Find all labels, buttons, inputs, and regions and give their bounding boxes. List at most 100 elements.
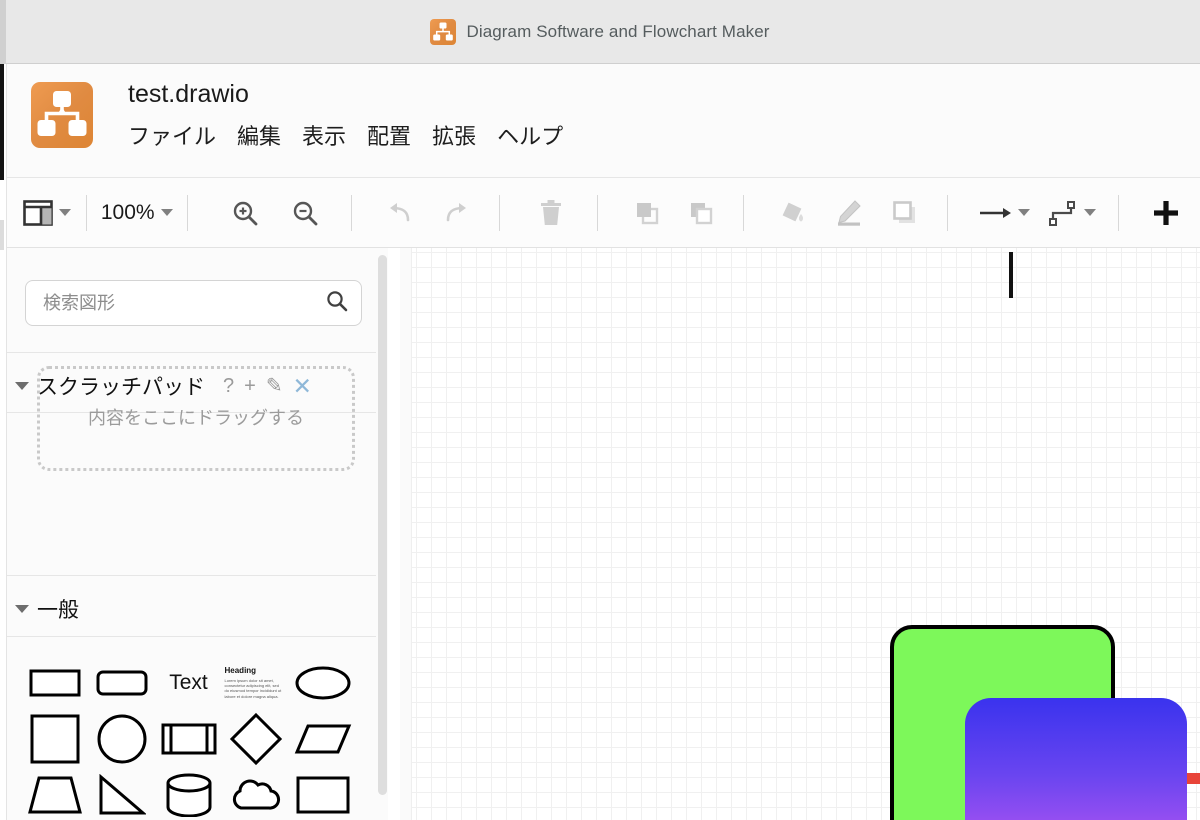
app-header: test.drawio ファイル 編集 表示 配置 拡張 ヘルプ — [7, 64, 1200, 178]
chevron-down-icon — [1084, 209, 1097, 216]
search-box[interactable] — [25, 280, 362, 326]
main-toolbar: 100% — [7, 178, 1200, 248]
canvas-left-gutter — [400, 248, 412, 820]
toolbar-separator — [596, 194, 598, 231]
zoom-in-icon — [231, 199, 259, 227]
bring-to-front-button[interactable] — [627, 191, 667, 235]
panel-layout-icon — [23, 199, 53, 227]
shapes-sidebar: スクラッチパッド ? + ✎ ✕ 内容をここにドラッグする 一般 — [7, 248, 388, 820]
cylinder-shape[interactable] — [155, 769, 222, 820]
window-left-dark-strip — [0, 64, 4, 180]
window-title: Diagram Software and Flowchart Maker — [466, 21, 770, 41]
send-to-back-icon — [687, 199, 715, 227]
scratchpad-dropzone-label: 内容をここにドラッグする — [88, 407, 304, 429]
text-edit-caret — [1009, 252, 1013, 298]
redo-button[interactable] — [437, 191, 477, 235]
drawio-logo-icon — [31, 82, 93, 148]
ellipse-shape[interactable] — [289, 657, 356, 709]
process-shape[interactable] — [155, 713, 222, 765]
fill-bucket-icon — [779, 199, 807, 227]
search-input[interactable] — [43, 292, 325, 314]
add-button[interactable] — [1146, 191, 1186, 235]
hexagon-shape[interactable] — [21, 769, 88, 820]
cloud-shape[interactable] — [222, 769, 289, 820]
delete-button[interactable] — [531, 191, 571, 235]
rectangle-shape[interactable] — [21, 657, 88, 709]
trash-icon — [538, 199, 564, 227]
menu-file[interactable]: ファイル — [128, 127, 216, 149]
undo-button[interactable] — [379, 191, 419, 235]
zoom-out-icon — [291, 199, 319, 227]
search-icon[interactable] — [325, 289, 349, 318]
text-shape-label: Text — [169, 671, 208, 694]
textbox-shape[interactable]: Heading Lorem ipsum dolor sit amet, cons… — [222, 657, 289, 709]
scratchpad-dropzone[interactable]: 内容をここにドラッグする — [37, 366, 355, 471]
bring-to-front-icon — [633, 199, 661, 227]
circle-shape[interactable] — [88, 713, 155, 765]
toolbar-separator — [350, 194, 352, 231]
sidebar-divider — [7, 636, 387, 637]
toolbar-separator — [186, 194, 188, 231]
waypoints-icon — [1048, 199, 1078, 227]
send-to-back-button[interactable] — [681, 191, 721, 235]
arrow-connection-icon — [978, 203, 1012, 223]
window-titlebar: Diagram Software and Flowchart Maker — [0, 0, 1200, 64]
sidebar-scrollbar-thumb[interactable] — [378, 255, 387, 795]
menu-help[interactable]: ヘルプ — [497, 127, 563, 149]
chevron-down-icon — [1018, 209, 1031, 216]
zoom-out-button[interactable] — [285, 191, 325, 235]
chevron-down-icon — [160, 209, 173, 216]
waypoints-button[interactable] — [1046, 191, 1098, 235]
window-left-edge — [0, 0, 6, 64]
general-section-header[interactable]: 一般 — [7, 583, 387, 635]
sidebar-divider — [7, 575, 387, 576]
fill-color-button[interactable] — [773, 191, 813, 235]
palette-row — [21, 767, 374, 820]
textbox-heading: Heading — [224, 665, 257, 675]
toolbar-separator — [498, 194, 500, 231]
zoom-in-button[interactable] — [225, 191, 265, 235]
menu-view[interactable]: 表示 — [302, 127, 346, 149]
shape-search — [25, 280, 362, 326]
line-color-button[interactable] — [829, 191, 869, 235]
menu-arrange[interactable]: 配置 — [367, 127, 411, 149]
page-title[interactable]: test.drawio — [128, 80, 249, 109]
shadow-icon — [891, 199, 919, 227]
document-shape[interactable] — [289, 769, 356, 820]
text-shape[interactable]: Text — [155, 657, 222, 709]
window-left-grey-strip — [0, 220, 4, 250]
drawio-application-window: Diagram Software and Flowchart Maker tes… — [0, 0, 1200, 820]
parallelogram-shape[interactable] — [289, 713, 356, 765]
shape-palette: Text Heading Lorem ipsum dolor sit amet,… — [7, 643, 387, 820]
plus-icon — [1151, 198, 1181, 228]
triangle-down-icon[interactable] — [15, 605, 29, 613]
palette-row — [21, 711, 374, 767]
menubar: ファイル 編集 表示 配置 拡張 ヘルプ — [128, 127, 563, 149]
zoom-level-label: 100% — [100, 200, 155, 224]
toolbar-separator — [85, 194, 87, 231]
sidebar-divider — [7, 352, 387, 353]
pencil-line-color-icon — [835, 199, 863, 227]
redo-icon — [442, 200, 472, 226]
diamond-shape[interactable] — [222, 712, 289, 766]
triangle-shape[interactable] — [88, 769, 155, 820]
zoom-level-button[interactable]: 100% — [100, 191, 174, 235]
triangle-down-icon[interactable] — [15, 382, 29, 390]
toolbar-separator — [1117, 194, 1119, 231]
diagram-canvas[interactable] — [400, 248, 1200, 820]
connection-arrow-button[interactable] — [977, 191, 1033, 235]
menu-edit[interactable]: 編集 — [237, 127, 281, 149]
rounded-rectangle-shape[interactable] — [88, 657, 155, 709]
toolbar-separator — [946, 194, 948, 231]
shadow-button[interactable] — [885, 191, 925, 235]
toolbar-separator — [742, 194, 744, 231]
drawio-logo-icon — [430, 18, 457, 45]
gradient-rounded-rectangle[interactable] — [965, 698, 1187, 820]
undo-icon — [384, 200, 414, 226]
menu-extras[interactable]: 拡張 — [432, 127, 476, 149]
square-shape[interactable] — [21, 713, 88, 765]
textbox-body: Lorem ipsum dolor sit amet, consectetur … — [224, 677, 282, 699]
view-layout-button[interactable] — [21, 191, 73, 235]
palette-row: Text Heading Lorem ipsum dolor sit amet,… — [21, 655, 374, 711]
general-title: 一般 — [37, 598, 79, 622]
